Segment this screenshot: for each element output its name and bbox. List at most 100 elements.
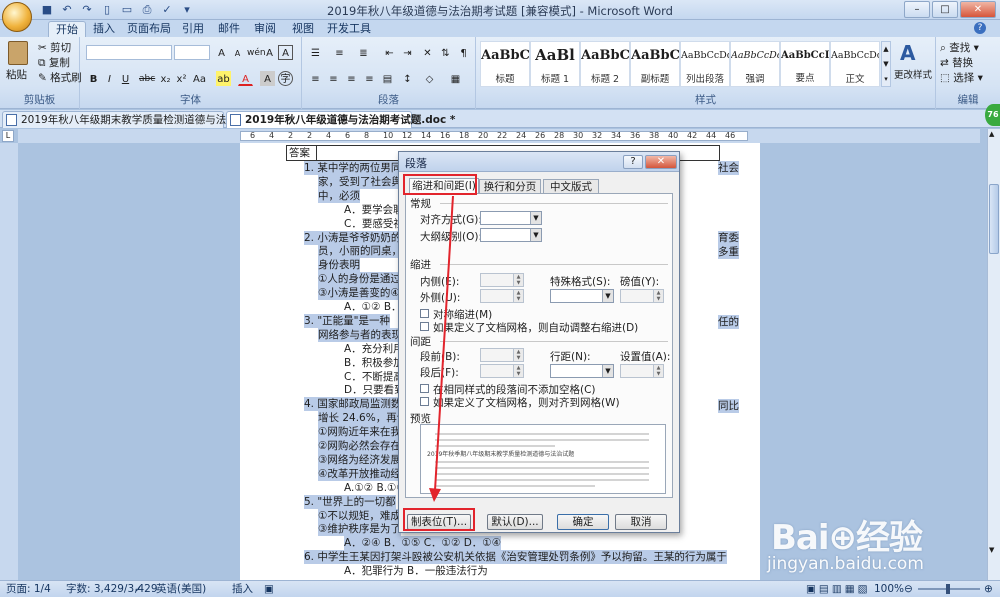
- scroll-down-icon[interactable]: ▼: [989, 546, 994, 554]
- ok-button[interactable]: 确定: [557, 514, 609, 530]
- horizontal-ruler[interactable]: 6 4 2 2 4 6 8 10 12 14 16 18 20 22 24 26 28 30 32 34 36 38 40 4…: [18, 129, 980, 143]
- style-strong[interactable]: AaBbCcD 要点: [780, 41, 830, 87]
- scroll-up-icon[interactable]: ▲: [989, 130, 994, 138]
- char-shading-icon[interactable]: A: [260, 71, 275, 86]
- spacing-at-input[interactable]: ▲ ▼: [620, 364, 664, 378]
- proofing-icon[interactable]: ✓: [134, 581, 143, 597]
- styles-scroll[interactable]: ▲ ▼ ▾: [881, 41, 891, 87]
- dialog-close-button[interactable]: ✕: [645, 155, 677, 169]
- tab-line-page-breaks[interactable]: 换行和分页(P): [479, 179, 541, 207]
- align-left-icon[interactable]: ≡: [308, 71, 323, 86]
- style-heading1[interactable]: AaBl 标题 1: [530, 41, 580, 87]
- change-styles-icon[interactable]: A: [900, 41, 915, 65]
- space-after-input[interactable]: ▲ ▼: [480, 364, 524, 378]
- justify-icon[interactable]: ≡: [362, 71, 377, 86]
- grow-font-icon[interactable]: A: [214, 45, 229, 60]
- space-before-input[interactable]: ▲ ▼: [480, 348, 524, 362]
- sort-icon[interactable]: ⇅: [438, 45, 453, 60]
- vertical-ruler[interactable]: [0, 143, 18, 580]
- line-spacing-icon[interactable]: ↕: [400, 71, 415, 86]
- find-button[interactable]: 查找: [949, 42, 970, 54]
- style-heading2[interactable]: AaBbC 标题 2: [580, 41, 630, 87]
- multilevel-list-icon[interactable]: ≣: [356, 45, 371, 60]
- office-button[interactable]: [2, 2, 32, 32]
- close-button[interactable]: ✕: [960, 1, 996, 18]
- tab-asian-typography[interactable]: 中文版式(H): [543, 179, 599, 207]
- style-emphasis[interactable]: AaBbCcDc 强调: [730, 41, 780, 87]
- tab-review[interactable]: 审阅: [250, 21, 280, 37]
- indent-by-input[interactable]: ▲ ▼: [620, 289, 664, 303]
- align-right-icon[interactable]: ≡: [344, 71, 359, 86]
- tab-selector[interactable]: L: [2, 130, 14, 142]
- line-spacing-select[interactable]: ▼: [550, 364, 614, 378]
- alignment-select[interactable]: ▼: [480, 211, 542, 225]
- italic-button[interactable]: I: [102, 71, 117, 86]
- underline-button[interactable]: U: [118, 71, 133, 86]
- borders-icon[interactable]: ▦: [448, 71, 463, 86]
- vertical-scrollbar[interactable]: ▲ ▼: [987, 129, 1000, 580]
- paste-button[interactable]: 粘贴: [6, 67, 27, 82]
- numbering-icon[interactable]: ≡: [332, 45, 347, 60]
- maximize-button[interactable]: □: [932, 1, 958, 18]
- zoom-out-icon[interactable]: ⊖: [904, 581, 913, 597]
- mirror-indents-checkbox[interactable]: [420, 309, 429, 318]
- font-color-icon[interactable]: A: [238, 71, 253, 86]
- distributed-icon[interactable]: ▤: [380, 71, 395, 86]
- auto-adjust-indent-checkbox[interactable]: [420, 322, 429, 331]
- subscript-button[interactable]: x₂: [158, 71, 173, 86]
- chinese-layout-icon[interactable]: ✕: [420, 45, 435, 60]
- enclose-char-icon[interactable]: 字: [278, 71, 293, 86]
- zoom-level[interactable]: 100%: [874, 581, 904, 597]
- tab-developer[interactable]: 开发工具: [326, 21, 372, 37]
- language-indicator[interactable]: 英语(美国): [156, 581, 206, 597]
- paste-icon[interactable]: [8, 41, 28, 65]
- highlight-icon[interactable]: ab: [216, 71, 231, 86]
- inside-indent-input[interactable]: ▲ ▼: [480, 273, 524, 287]
- superscript-button[interactable]: x²: [174, 71, 189, 86]
- align-center-icon[interactable]: ≡: [326, 71, 341, 86]
- tab-mailings[interactable]: 邮件: [214, 21, 244, 37]
- increase-indent-icon[interactable]: ⇥: [400, 45, 415, 60]
- style-normal[interactable]: AaBbCcDc 正文: [830, 41, 880, 87]
- insert-mode[interactable]: 插入: [232, 581, 253, 597]
- cut-button[interactable]: 剪切: [50, 42, 71, 54]
- show-marks-icon[interactable]: ¶: [456, 45, 471, 60]
- zoom-in-icon[interactable]: ⊕: [984, 581, 993, 597]
- phonetic-guide-icon[interactable]: wén: [246, 45, 266, 60]
- dialog-help-button[interactable]: ?: [623, 155, 643, 169]
- style-subtitle[interactable]: AaBbC 副标题: [630, 41, 680, 87]
- select-button[interactable]: 选择: [953, 72, 974, 84]
- tab-home[interactable]: 开始: [48, 21, 86, 37]
- page-indicator[interactable]: 页面: 1/4: [6, 581, 51, 597]
- word-count[interactable]: 字数: 3,429/3,429: [66, 581, 158, 597]
- decrease-indent-icon[interactable]: ⇤: [382, 45, 397, 60]
- shrink-font-icon[interactable]: A: [230, 45, 245, 60]
- style-title[interactable]: AaBbC 标题: [480, 41, 530, 87]
- scroll-thumb[interactable]: [989, 184, 999, 254]
- tab-page-layout[interactable]: 页面布局: [124, 21, 174, 37]
- doc-tab-2[interactable]: 2019年秋八年级道德与法治期考试题.doc *: [226, 111, 455, 128]
- tab-insert[interactable]: 插入: [88, 21, 120, 37]
- bold-button[interactable]: B: [86, 71, 101, 86]
- macro-record-icon[interactable]: ▣: [264, 581, 274, 597]
- strikethrough-button[interactable]: abc: [138, 71, 155, 86]
- outline-level-select[interactable]: ▼: [480, 228, 542, 242]
- tab-view[interactable]: 视图: [288, 21, 318, 37]
- change-styles-button[interactable]: 更改样式: [894, 67, 932, 81]
- style-list-paragraph[interactable]: AaBbCcDd 列出段落: [680, 41, 730, 87]
- outside-indent-input[interactable]: ▲ ▼: [480, 289, 524, 303]
- replace-button[interactable]: 替换: [952, 57, 973, 69]
- set-default-button[interactable]: 默认(D)...: [487, 514, 543, 530]
- clear-format-icon[interactable]: A: [262, 45, 277, 60]
- bullets-icon[interactable]: ☰: [308, 45, 323, 60]
- snap-to-grid-checkbox[interactable]: [420, 397, 429, 406]
- help-icon[interactable]: ?: [974, 22, 986, 34]
- shading-icon[interactable]: ◇: [422, 71, 437, 86]
- font-size-combo[interactable]: [174, 45, 210, 60]
- font-name-combo[interactable]: [86, 45, 172, 60]
- copy-button[interactable]: 复制: [49, 57, 70, 69]
- cancel-button[interactable]: 取消: [615, 514, 667, 530]
- special-indent-select[interactable]: ▼: [550, 289, 614, 303]
- no-space-same-style-checkbox[interactable]: [420, 384, 429, 393]
- view-buttons[interactable]: ▣▤▥▦▧: [806, 581, 871, 597]
